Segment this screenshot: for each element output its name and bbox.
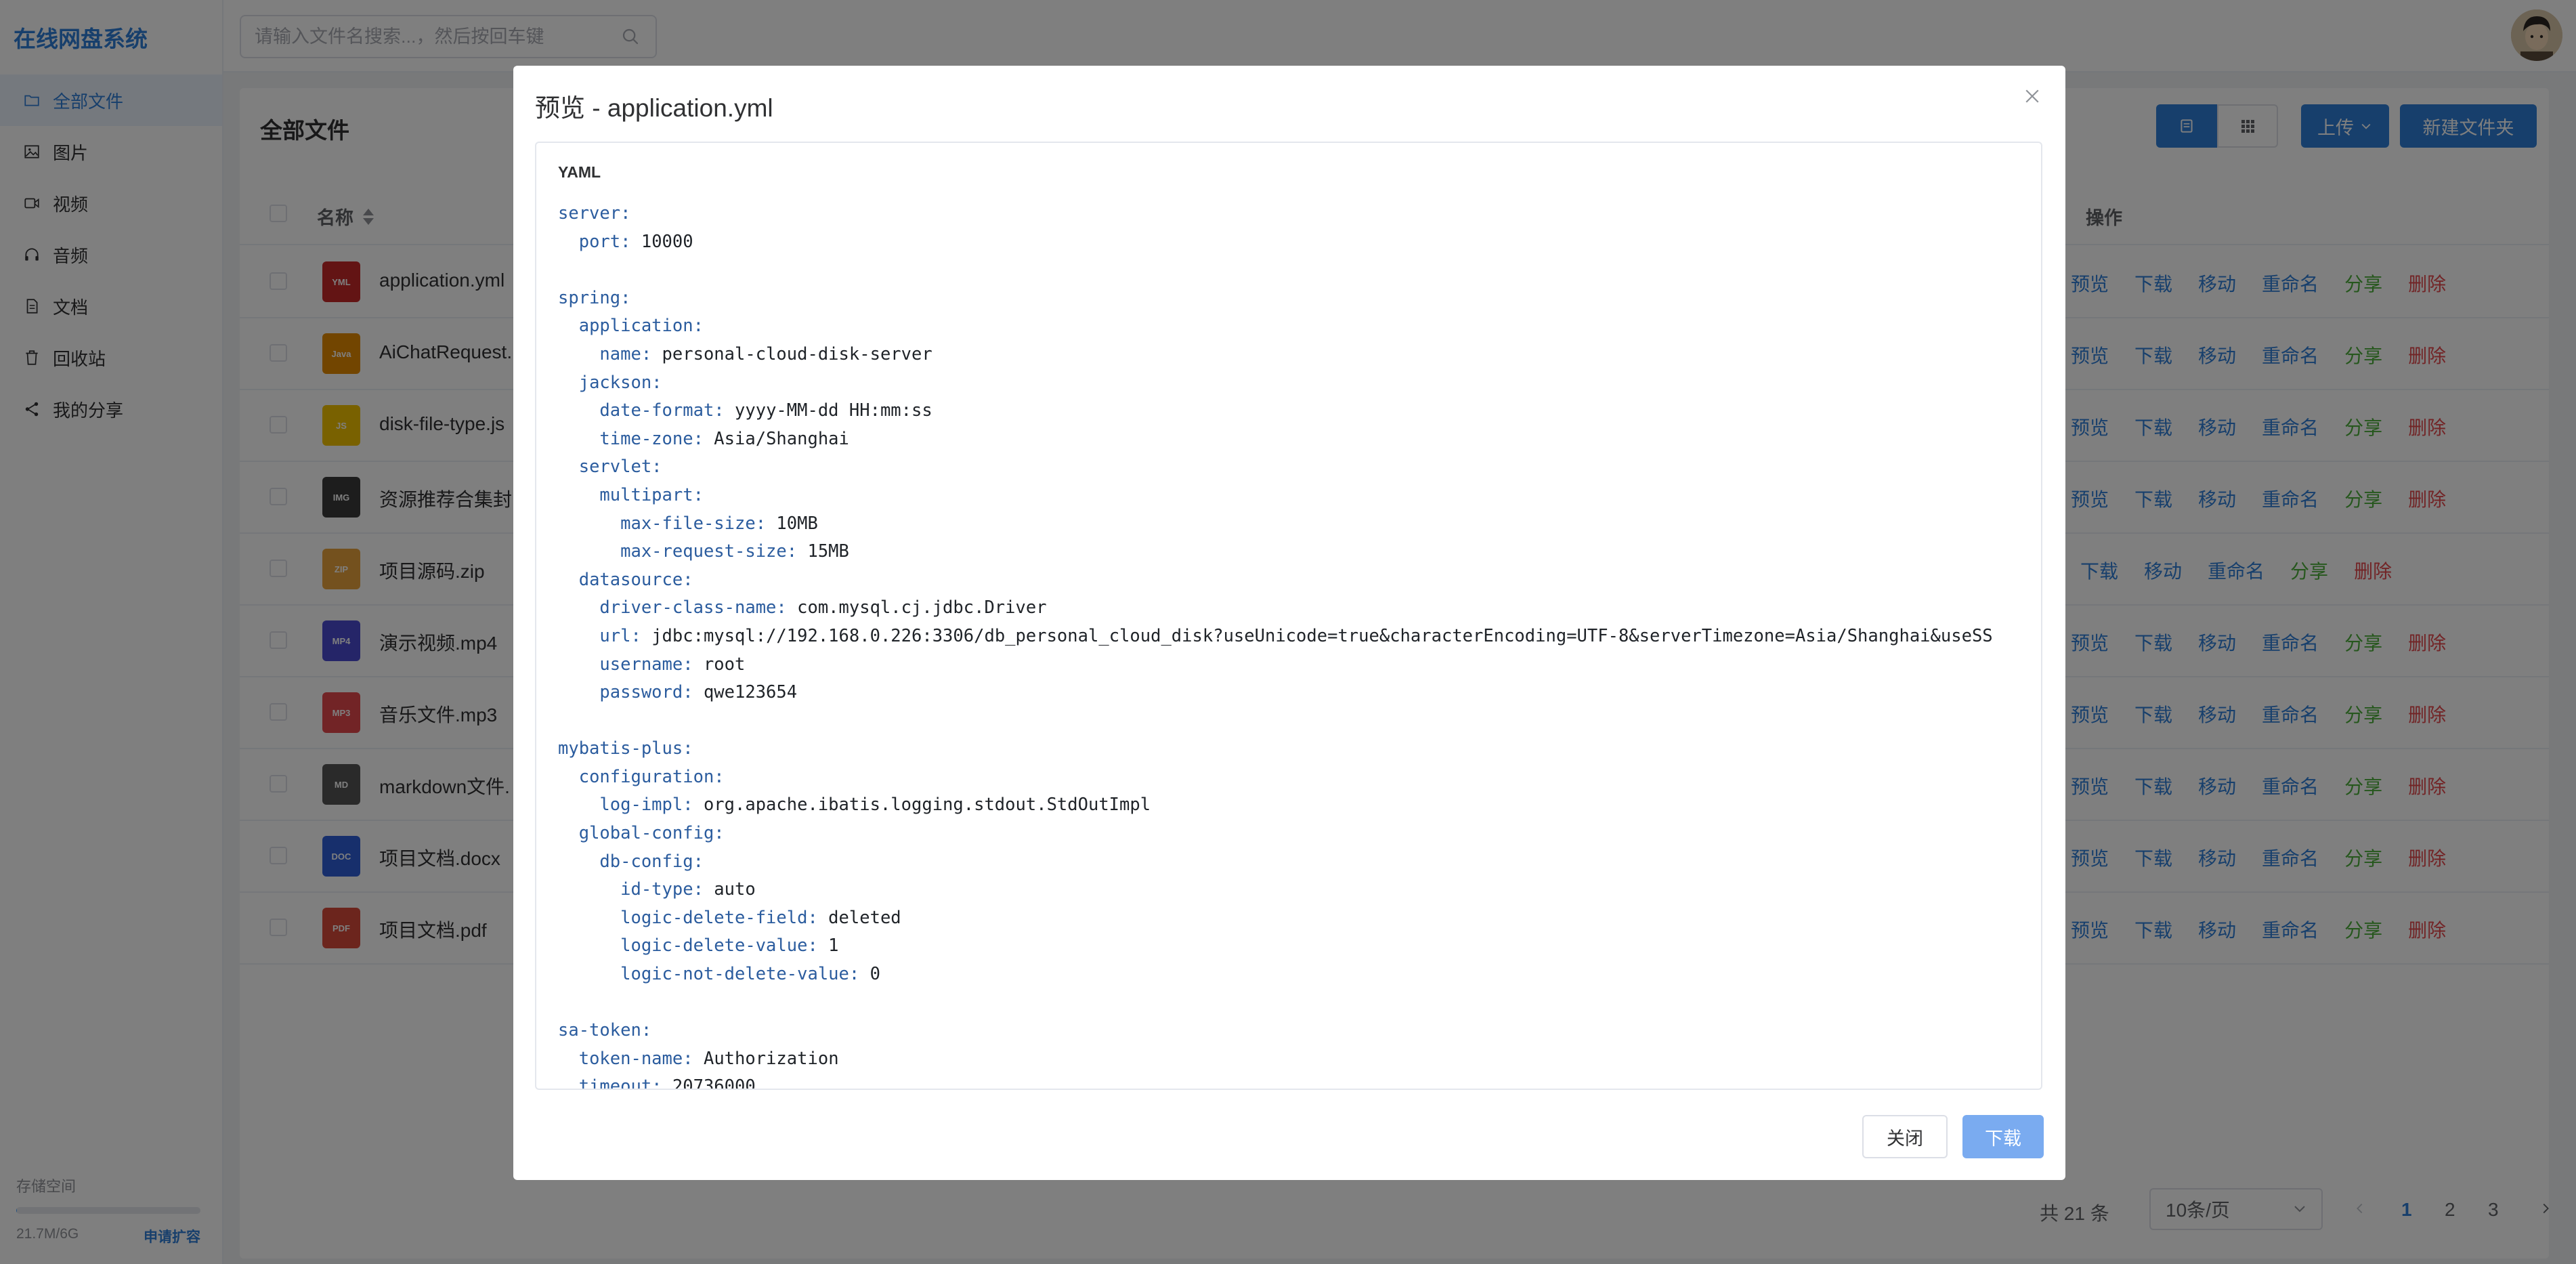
code-line: multipart: [599,484,704,505]
code-line: password: qwe123654 [599,682,798,703]
code-line: application: [578,316,704,337]
code-line: id-type: auto [620,879,756,900]
code-line: servlet: [578,457,662,478]
code-line: db-config: [599,851,704,872]
code-line: time-zone: Asia/Shanghai [599,428,849,449]
code-line: log-impl: org.apache.ibatis.logging.stdo… [599,795,1151,816]
preview-dialog: 预览 - application.yml YAML server: port: … [513,66,2065,1180]
code-line: logic-delete-field: deleted [620,907,901,928]
code-line: mybatis-plus: [558,738,693,759]
code-line: configuration: [578,766,725,787]
close-button[interactable]: 关闭 [1862,1115,1948,1158]
code-preview[interactable]: YAML server: port: 10000 spring: applica… [535,142,2042,1090]
dialog-title: 预览 - application.yml [535,94,773,122]
code-line: driver-class-name: com.mysql.cj.jdbc.Dri… [599,597,1047,618]
code-line: logic-not-delete-value: 0 [620,964,880,985]
code-line: server: [558,203,631,224]
code-line: max-file-size: 10MB [620,513,818,534]
code-line: timeout: 20736000 [578,1076,756,1090]
dialog-footer: 关闭 下载 [1862,1115,2044,1158]
code-line: sa-token: [558,1020,652,1041]
code-line: port: 10000 [578,231,693,252]
close-icon[interactable] [2022,86,2042,106]
code-language-label: YAML [558,163,601,181]
code-line: datasource: [578,569,693,590]
code-content: server: port: 10000 spring: application:… [558,200,2034,1090]
code-line: name: personal-cloud-disk-server [599,343,932,364]
code-line: global-config: [578,823,725,844]
code-line: jackson: [578,372,662,393]
code-line: max-request-size: 15MB [620,541,849,562]
code-line: token-name: Authorization [578,1048,839,1069]
code-line: username: root [599,654,746,675]
code-line: logic-delete-value: 1 [620,935,839,956]
code-line: url: jdbc:mysql://192.168.0.226:3306/db_… [599,625,1993,646]
code-line: spring: [558,287,631,308]
code-line: date-format: yyyy-MM-dd HH:mm:ss [599,400,932,421]
download-button[interactable]: 下载 [1962,1115,2044,1158]
